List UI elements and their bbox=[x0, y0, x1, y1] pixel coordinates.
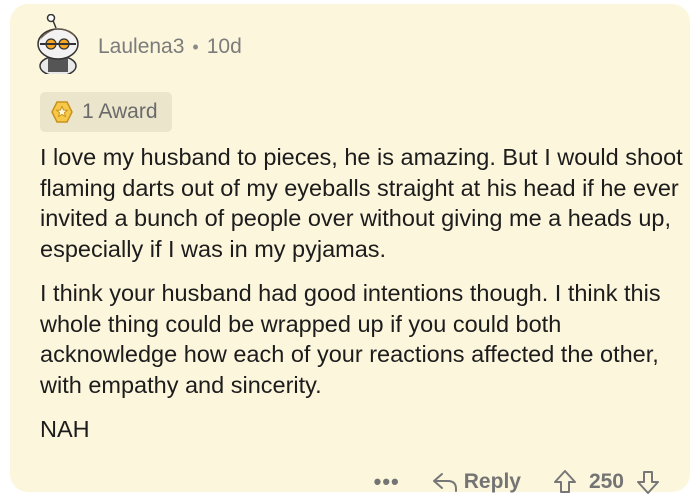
header-separator: • bbox=[192, 36, 199, 57]
downvote-button[interactable] bbox=[636, 469, 660, 495]
comment-card: Laulena3 • 10d 1 Award I love my husband… bbox=[10, 4, 690, 494]
award-label: 1 Award bbox=[82, 100, 158, 123]
comment-paragraph: I love my husband to pieces, he is amazi… bbox=[40, 144, 683, 262]
comment-age: 10d bbox=[206, 35, 242, 58]
comment-paragraph: I think your husband had good intentions… bbox=[40, 280, 661, 398]
comment-actions: ••• Reply 250 bbox=[374, 466, 660, 498]
award-badge[interactable]: 1 Award bbox=[40, 92, 172, 132]
snoo-avatar-icon bbox=[37, 14, 79, 74]
downvote-icon bbox=[637, 471, 659, 494]
vote-score: 250 bbox=[588, 470, 624, 493]
username-link[interactable]: Laulena3 bbox=[98, 35, 184, 59]
comment-verdict: NAH bbox=[40, 416, 90, 442]
comment-body: I love my husband to pieces, he is amazi… bbox=[40, 142, 690, 459]
upvote-icon bbox=[553, 470, 576, 493]
user-avatar[interactable] bbox=[34, 14, 84, 74]
upvote-button[interactable] bbox=[553, 469, 577, 495]
reply-arrow-icon bbox=[432, 473, 457, 492]
reply-button[interactable]: Reply bbox=[432, 470, 521, 494]
more-options-button[interactable]: ••• bbox=[374, 469, 400, 495]
reply-label: Reply bbox=[463, 470, 521, 493]
comment-header: Laulena3 • 10d bbox=[98, 34, 242, 60]
award-icon bbox=[51, 101, 73, 123]
